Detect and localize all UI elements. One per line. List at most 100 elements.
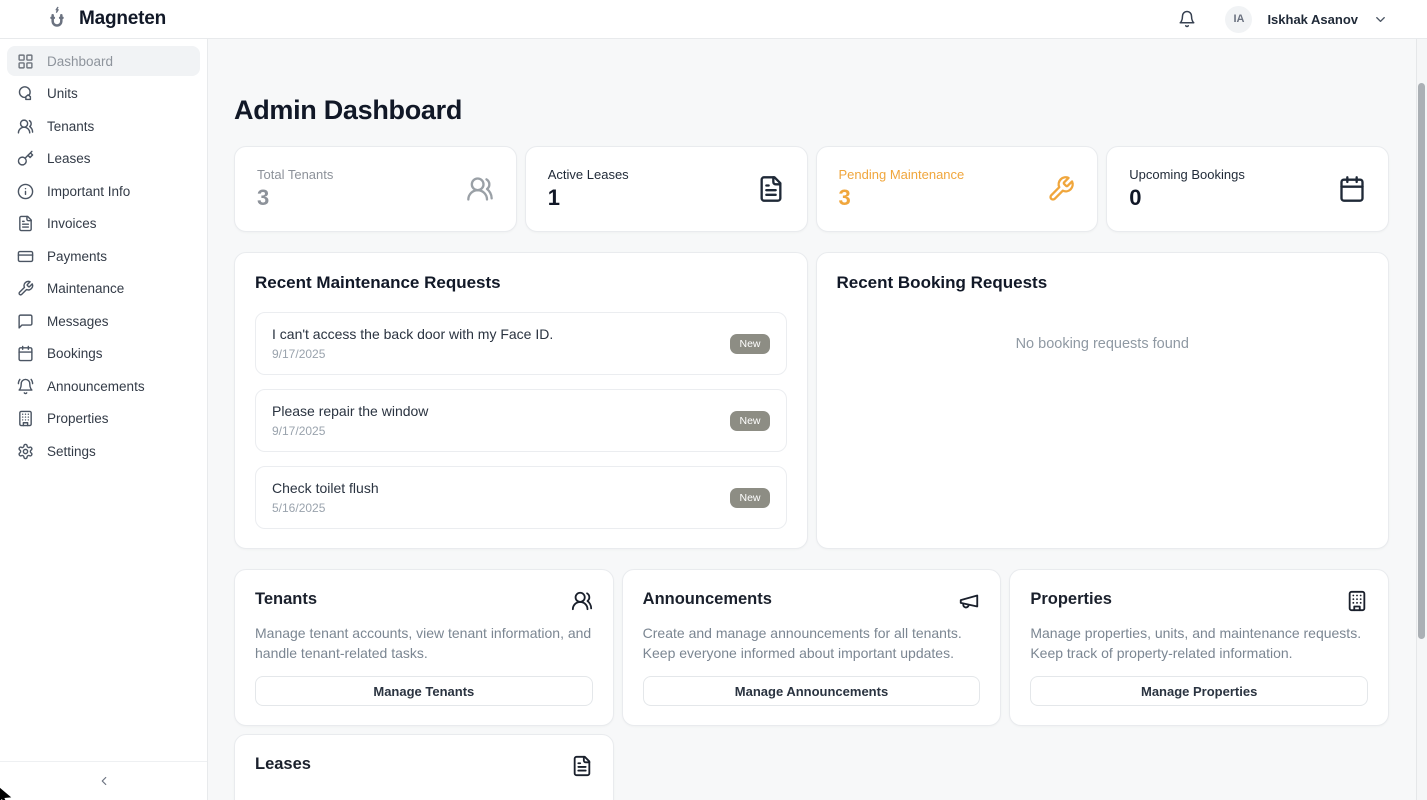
- maintenance-request-row[interactable]: Please repair the window 9/17/2025 New: [255, 389, 787, 452]
- feature-title: Leases: [255, 755, 311, 774]
- sidebar-item-bookings[interactable]: Bookings: [7, 339, 200, 369]
- info-icon: [17, 183, 34, 200]
- scrollbar[interactable]: [1416, 39, 1427, 800]
- chevron-down-icon[interactable]: [1373, 12, 1388, 27]
- stat-value: 3: [257, 185, 333, 211]
- manage-announcements-button[interactable]: Manage Announcements: [643, 676, 981, 706]
- feature-description: Manage tenant accounts, view tenant info…: [255, 624, 593, 663]
- sidebar-item-settings[interactable]: Settings: [7, 436, 200, 466]
- sidebar-item-label: Announcements: [47, 379, 145, 394]
- gear-icon: [17, 443, 34, 460]
- sidebar-item-tenants[interactable]: Tenants: [7, 111, 200, 141]
- sidebar-item-label: Properties: [47, 411, 109, 426]
- status-badge: New: [730, 334, 769, 354]
- users-icon: [466, 175, 494, 203]
- sidebar-item-announcements[interactable]: Announcements: [7, 371, 200, 401]
- stat-card-upcoming-bookings: Upcoming Bookings 0: [1106, 146, 1389, 232]
- stat-label: Upcoming Bookings: [1129, 167, 1245, 182]
- sidebar-item-label: Leases: [47, 151, 91, 166]
- request-title: I can't access the back door with my Fac…: [272, 326, 553, 342]
- key-icon: [17, 150, 34, 167]
- recent-maintenance-panel: Recent Maintenance Requests I can't acce…: [234, 252, 808, 549]
- sidebar-item-label: Tenants: [47, 119, 94, 134]
- sidebar-item-payments[interactable]: Payments: [7, 241, 200, 271]
- building-icon: [1346, 590, 1368, 612]
- maintenance-request-row[interactable]: I can't access the back door with my Fac…: [255, 312, 787, 375]
- sidebar-item-label: Payments: [47, 249, 107, 264]
- sidebar: Dashboard Units Tenants Leases Important…: [0, 39, 208, 800]
- sidebar-item-maintenance[interactable]: Maintenance: [7, 274, 200, 304]
- sidebar-item-label: Units: [47, 86, 78, 101]
- status-badge: New: [730, 488, 769, 508]
- stat-label: Active Leases: [548, 167, 629, 182]
- features-row: Tenants Manage tenant accounts, view ten…: [234, 569, 1389, 800]
- user-name[interactable]: Iskhak Asanov: [1267, 12, 1358, 27]
- feature-description: Manage properties, units, and maintenanc…: [1030, 624, 1368, 663]
- wrench-icon: [1047, 175, 1075, 203]
- stat-value: 0: [1129, 185, 1245, 211]
- stat-card-total-tenants: Total Tenants 3: [234, 146, 517, 232]
- wrench-icon: [17, 280, 34, 297]
- panel-title: Recent Maintenance Requests: [255, 273, 787, 293]
- message-icon: [17, 313, 34, 330]
- sidebar-item-dashboard[interactable]: Dashboard: [7, 46, 200, 76]
- panel-title: Recent Booking Requests: [837, 273, 1369, 293]
- stat-card-active-leases: Active Leases 1: [525, 146, 808, 232]
- stat-value: 1: [548, 185, 629, 211]
- file-text-icon: [17, 215, 34, 232]
- feature-card-tenants: Tenants Manage tenant accounts, view ten…: [234, 569, 614, 726]
- chevron-left-icon: [97, 774, 111, 788]
- sidebar-item-label: Important Info: [47, 184, 130, 199]
- feature-card-announcements: Announcements Create and manage announce…: [622, 569, 1002, 726]
- brand-header: Magneten: [0, 0, 208, 39]
- request-title: Check toilet flush: [272, 480, 379, 496]
- stat-value: 3: [839, 185, 965, 211]
- file-text-icon: [757, 175, 785, 203]
- users-icon: [17, 118, 34, 135]
- feature-description: Create and manage announcements for all …: [643, 624, 981, 663]
- sidebar-item-important-info[interactable]: Important Info: [7, 176, 200, 206]
- scrollbar-thumb[interactable]: [1418, 83, 1425, 639]
- sidebar-item-invoices[interactable]: Invoices: [7, 209, 200, 239]
- sidebar-item-messages[interactable]: Messages: [7, 306, 200, 336]
- sidebar-item-label: Invoices: [47, 216, 97, 231]
- avatar[interactable]: IA: [1225, 6, 1252, 33]
- sidebar-nav: Dashboard Units Tenants Leases Important…: [0, 39, 207, 761]
- stat-card-pending-maintenance: Pending Maintenance 3: [816, 146, 1099, 232]
- bell-ring-icon: [17, 378, 34, 395]
- building-icon: [17, 410, 34, 427]
- panels-row: Recent Maintenance Requests I can't acce…: [234, 252, 1389, 549]
- sidebar-item-properties[interactable]: Properties: [7, 404, 200, 434]
- magnet-logo-icon: [44, 6, 70, 32]
- top-bar: IA Iskhak Asanov: [208, 0, 1427, 39]
- sidebar-item-label: Bookings: [47, 346, 103, 361]
- status-badge: New: [730, 411, 769, 431]
- file-text-icon: [571, 755, 593, 777]
- calendar-icon: [1338, 175, 1366, 203]
- notifications-bell-icon[interactable]: [1178, 10, 1196, 28]
- stat-label: Total Tenants: [257, 167, 333, 182]
- feature-card-properties: Properties Manage properties, units, and…: [1009, 569, 1389, 726]
- sidebar-item-leases[interactable]: Leases: [7, 144, 200, 174]
- request-date: 9/17/2025: [272, 347, 553, 361]
- feature-title: Properties: [1030, 590, 1112, 609]
- maintenance-request-list: I can't access the back door with my Fac…: [255, 312, 787, 529]
- stats-row: Total Tenants 3 Active Leases 1 Pending …: [234, 146, 1389, 232]
- map-pin-house-icon: [17, 85, 34, 102]
- request-title: Please repair the window: [272, 403, 428, 419]
- feature-title: Announcements: [643, 590, 772, 609]
- credit-card-icon: [17, 248, 34, 265]
- mouse-cursor: [0, 783, 20, 800]
- calendar-icon: [17, 345, 34, 362]
- sidebar-item-units[interactable]: Units: [7, 79, 200, 109]
- sidebar-item-label: Settings: [47, 444, 96, 459]
- manage-properties-button[interactable]: Manage Properties: [1030, 676, 1368, 706]
- manage-tenants-button[interactable]: Manage Tenants: [255, 676, 593, 706]
- maintenance-request-row[interactable]: Check toilet flush 5/16/2025 New: [255, 466, 787, 529]
- users-icon: [571, 590, 593, 612]
- megaphone-icon: [958, 590, 980, 612]
- request-date: 5/16/2025: [272, 501, 379, 515]
- page-title: Admin Dashboard: [234, 95, 1389, 126]
- sidebar-collapse-button[interactable]: [0, 761, 207, 800]
- stat-label: Pending Maintenance: [839, 167, 965, 182]
